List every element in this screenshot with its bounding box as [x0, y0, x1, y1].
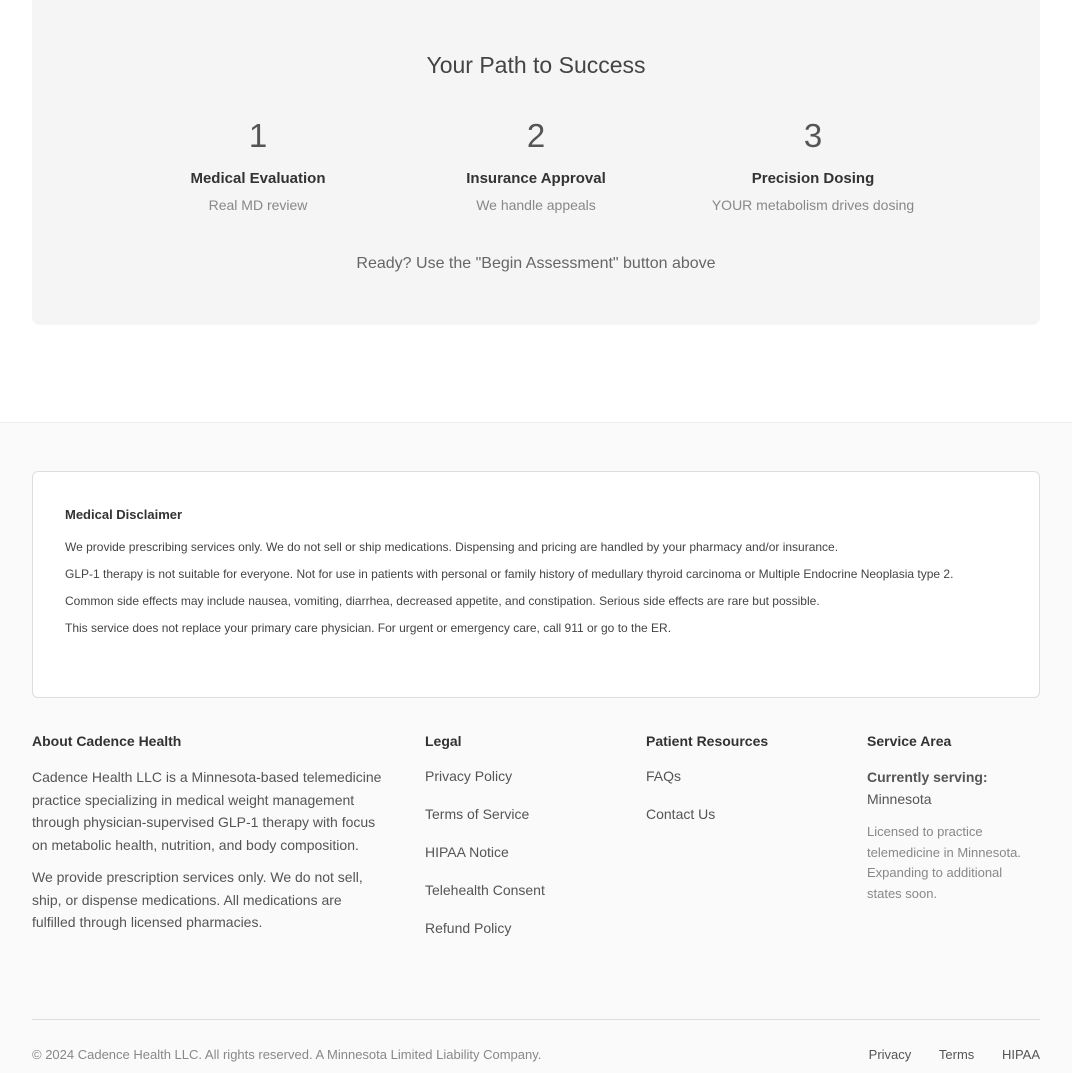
disclaimer-line: Common side effects may include nausea, … — [65, 594, 820, 608]
service-area-title: Service Area — [867, 733, 952, 749]
step-title: Insurance Approval — [466, 170, 606, 187]
bottom-privacy-link[interactable]: Privacy — [869, 1047, 912, 1062]
resources-links: FAQs Contact Us — [646, 767, 836, 823]
step-subtitle: We handle appeals — [476, 197, 596, 213]
site-footer: Medical Disclaimer We provide prescribin… — [0, 422, 1072, 1073]
step-medical-evaluation: 1 Medical Evaluation Real MD review — [108, 114, 408, 213]
service-area-note: Licensed to practice telemedicine in Min… — [867, 824, 1021, 901]
telehealth-consent-link[interactable]: Telehealth Consent — [425, 881, 615, 899]
currently-serving-label: Currently serving: — [867, 769, 988, 785]
refund-policy-link[interactable]: Refund Policy — [425, 919, 615, 937]
hipaa-notice-link[interactable]: HIPAA Notice — [425, 843, 615, 861]
begin-assessment-hint: Ready? Use the "Begin Assessment" button… — [356, 255, 716, 272]
disclaimer-line: GLP-1 therapy is not suitable for everyo… — [65, 567, 954, 581]
about-title: About Cadence Health — [32, 733, 182, 749]
resources-title: Patient Resources — [646, 733, 769, 749]
footer-legal-column: Legal Privacy Policy Terms of Service HI… — [425, 733, 615, 957]
legal-title: Legal — [425, 733, 462, 749]
step-subtitle: YOUR metabolism drives dosing — [711, 197, 915, 213]
terms-of-service-link[interactable]: Terms of Service — [425, 805, 615, 823]
disclaimer-line: This service does not replace your prima… — [65, 621, 672, 635]
step-insurance-approval: 2 Insurance Approval We handle appeals — [386, 114, 686, 213]
disclaimer-line: We provide prescribing services only. We… — [65, 540, 839, 554]
step-number: 2 — [526, 117, 546, 154]
footer-resources-column: Patient Resources FAQs Contact Us — [646, 733, 836, 843]
about-paragraph: Cadence Health LLC is a Minnesota-based … — [32, 769, 382, 853]
step-subtitle: Real MD review — [208, 197, 308, 213]
section-title: Your Path to Success — [426, 52, 646, 78]
step-number: 3 — [803, 117, 823, 154]
footer-service-area-column: Service Area Currently serving: Minnesot… — [867, 733, 1047, 904]
medical-disclaimer-box: Medical Disclaimer We provide prescribin… — [32, 471, 1040, 698]
currently-serving-value: Minnesota — [867, 791, 932, 807]
bottom-terms-link[interactable]: Terms — [939, 1047, 974, 1062]
bottom-hipaa-link[interactable]: HIPAA — [1002, 1047, 1040, 1062]
disclaimer-title: Medical Disclaimer — [65, 507, 183, 522]
path-to-success-section: Your Path to Success 1 Medical Evaluatio… — [32, 0, 1040, 325]
step-precision-dosing: 3 Precision Dosing YOUR metabolism drive… — [663, 114, 963, 213]
footer-bottom-links: Privacy Terms HIPAA — [845, 1047, 1040, 1062]
legal-links: Privacy Policy Terms of Service HIPAA No… — [425, 767, 615, 937]
step-number: 1 — [248, 117, 268, 154]
footer-about-column: About Cadence Health Cadence Health LLC … — [32, 733, 384, 934]
step-title: Medical Evaluation — [190, 170, 326, 187]
disclaimer-text: We provide prescribing services only. We… — [65, 538, 1005, 646]
contact-us-link[interactable]: Contact Us — [646, 805, 836, 823]
about-paragraph: We provide prescription services only. W… — [32, 869, 363, 930]
privacy-policy-link[interactable]: Privacy Policy — [425, 767, 615, 785]
step-title: Precision Dosing — [751, 170, 875, 187]
footer-divider — [32, 1019, 1040, 1020]
copyright-text: © 2024 Cadence Health LLC. All rights re… — [32, 1047, 542, 1062]
faqs-link[interactable]: FAQs — [646, 767, 836, 785]
